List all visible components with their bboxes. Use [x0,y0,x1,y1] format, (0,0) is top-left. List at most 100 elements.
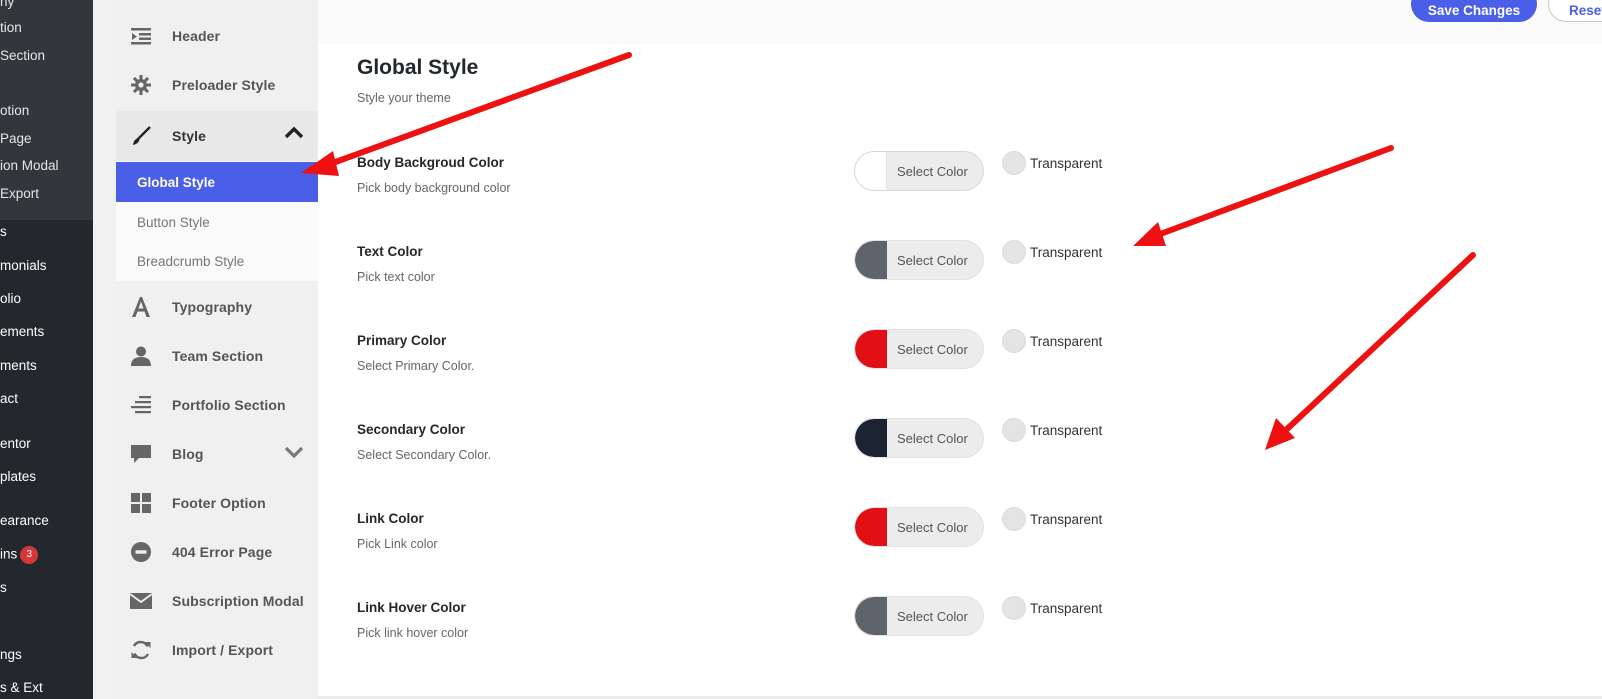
field-description: Pick text color [357,270,435,284]
theme-options-nav: Header Preloader Style Style Global Styl… [116,0,318,699]
wp-menu-item[interactable]: plates [0,469,36,484]
minus-circle-icon [130,541,152,563]
transparent-toggle[interactable]: Transparent [1002,596,1102,620]
color-swatch [855,241,887,279]
align-icon [130,394,152,416]
transparent-radio[interactable] [1002,596,1026,620]
comment-icon [130,443,152,465]
save-changes-button[interactable]: Save Changes [1411,0,1537,22]
nav-item-portfolio-section[interactable]: Portfolio Section [116,380,318,430]
wp-menu-item[interactable]: ments [0,358,37,373]
wp-menu-item[interactable]: olio [0,291,21,306]
section-title: Global Style [357,56,479,79]
nav-item-label: 404 Error Page [172,544,273,560]
color-picker-button[interactable]: Select Color [854,596,984,636]
wp-submenu-item[interactable]: Export [0,186,39,201]
nav-item-preloader-style[interactable]: Preloader Style [116,60,318,110]
color-picker-label: Select Color [897,519,968,535]
transparent-toggle[interactable]: Transparent [1002,151,1102,175]
transparent-label: Transparent [1030,511,1103,527]
wp-submenu-item[interactable]: ny [0,0,14,9]
nav-item-blog[interactable]: Blog [116,429,318,479]
wp-submenu-item[interactable]: Section [0,48,45,63]
transparent-radio[interactable] [1002,329,1026,353]
grid-icon [130,492,152,514]
gear-icon [130,74,152,96]
color-picker-button[interactable]: Select Color [854,240,984,280]
nav-item-style[interactable]: Style [116,111,318,161]
header-icon [130,25,152,47]
options-toolbar [318,0,1602,44]
reset-button[interactable]: Reset [1548,0,1602,22]
color-picker-button[interactable]: Select Color [854,507,984,547]
field-description: Pick link hover color [357,626,469,640]
field-label: Link Hover Color [357,600,466,615]
nav-item-footer-option[interactable]: Footer Option [116,478,318,528]
transparent-radio[interactable] [1002,151,1026,175]
nav-item-import-export[interactable]: Import / Export [116,625,318,675]
wp-submenu-item[interactable]: ion Modal [0,158,59,173]
nav-item-subscription-modal[interactable]: Subscription Modal [116,576,318,626]
wp-menu-item[interactable]: entor [0,436,31,451]
chevron-down-icon[interactable] [284,445,304,464]
subnav-item-breadcrumb-style[interactable]: Breadcrumb Style [116,241,318,281]
color-picker-button[interactable]: Select Color [854,329,984,369]
nav-item-team-section[interactable]: Team Section [116,331,318,381]
wp-menu-item-plugins[interactable]: ins 3 [0,546,39,564]
wp-menu-item[interactable]: monials [0,258,47,273]
nav-item-header[interactable]: Header [116,11,318,61]
wp-menu-item-label: ins [0,546,18,562]
subnav-item-button-style[interactable]: Button Style [116,202,318,242]
color-picker-label: Select Color [897,252,968,268]
wp-menu-item[interactable]: ngs [0,647,22,662]
transparent-toggle[interactable]: Transparent [1002,418,1102,442]
wp-menu-item[interactable]: act [0,391,18,406]
field-description: Select Primary Color. [357,359,475,373]
wp-submenu-item[interactable]: Page [0,131,32,146]
envelope-icon [130,590,152,612]
field-description: Select Secondary Color. [357,448,492,462]
field-label: Primary Color [357,333,447,348]
transparent-label: Transparent [1030,422,1103,438]
nav-item-typography[interactable]: Typography [116,282,318,332]
field-row-primary-color: Primary Color Select Primary Color. Sele… [318,329,1602,393]
color-swatch [855,597,887,635]
transparent-radio[interactable] [1002,240,1026,264]
section-subtitle: Style your theme [357,91,451,105]
color-picker-button[interactable]: Select Color [854,418,984,458]
color-picker-button[interactable]: Select Color [854,151,984,191]
field-row-text-color: Text Color Pick text color Select Color … [318,240,1602,304]
field-label: Link Color [357,511,424,526]
nav-item-label: Typography [172,299,253,315]
transparent-radio[interactable] [1002,418,1026,442]
nav-item-404-error-page[interactable]: 404 Error Page [116,527,318,577]
color-swatch [855,330,887,368]
wp-submenu-item[interactable]: otion [0,103,29,118]
color-picker-label: Select Color [897,608,968,624]
nav-item-label: Preloader Style [172,77,276,93]
wp-submenu-item[interactable]: tion [0,20,22,35]
wp-menu-item[interactable]: s [0,580,7,595]
update-count-badge: 3 [20,546,39,564]
wp-menu-item[interactable]: s [0,224,7,239]
chevron-up-icon[interactable] [284,125,304,144]
transparent-toggle[interactable]: Transparent [1002,240,1102,264]
nav-item-label: Team Section [172,348,264,364]
field-description: Pick Link color [357,537,438,551]
transparent-toggle[interactable]: Transparent [1002,329,1102,353]
nav-item-label: Footer Option [172,495,266,511]
field-label: Body Backgroud Color [357,155,505,170]
field-row-link-hover-color: Link Hover Color Pick link hover color S… [318,596,1602,660]
transparent-radio[interactable] [1002,507,1026,531]
nav-item-label: Portfolio Section [172,397,286,413]
color-swatch [855,508,887,546]
wp-menu-item[interactable]: earance [0,513,49,528]
field-row-body-background-color: Body Backgroud Color Pick body backgroun… [318,151,1602,215]
refresh-icon [130,639,152,661]
nav-item-label: Style [172,128,206,144]
wp-menu-item[interactable]: ements [0,324,44,339]
field-label: Secondary Color [357,422,466,437]
subnav-item-global-style[interactable]: Global Style [116,162,318,202]
wp-menu-item[interactable]: s & Ext [0,680,43,695]
transparent-toggle[interactable]: Transparent [1002,507,1102,531]
